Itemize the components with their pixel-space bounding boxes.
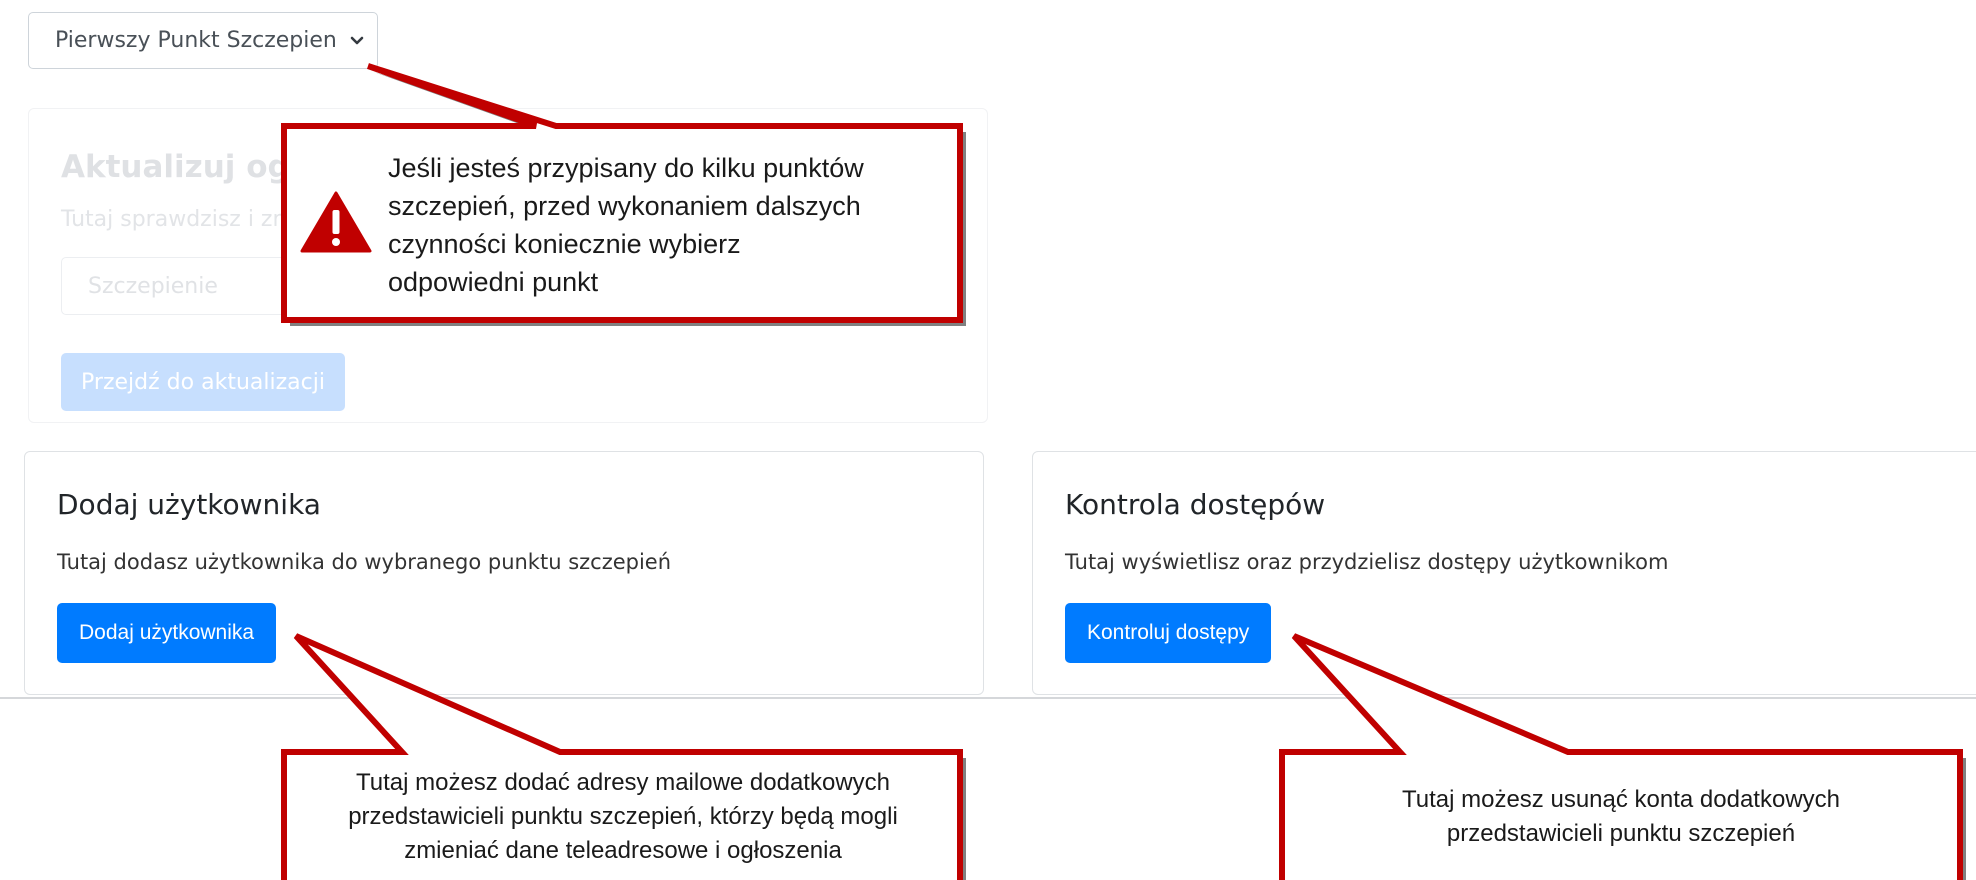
page-divider xyxy=(0,697,1976,699)
vaccination-point-select-value: Pierwszy Punkt Szczepien xyxy=(55,28,337,53)
announcements-card-description: Tutaj sprawdzisz i zm xyxy=(61,207,294,232)
access-control-card-description: Tutaj wyświetlisz oraz przydzielisz dost… xyxy=(1065,550,1669,574)
callout-add-user: Tutaj możesz dodać adresy mailowe dodatk… xyxy=(288,754,958,880)
add-user-card-description: Tutaj dodasz użytkownika do wybranego pu… xyxy=(57,550,672,574)
warning-icon xyxy=(300,191,372,253)
go-to-update-button[interactable]: Przejdź do aktualizacji xyxy=(61,353,345,411)
add-user-card: Dodaj użytkownika Tutaj dodasz użytkowni… xyxy=(24,451,984,695)
callout-point-selection: Jeśli jesteś przypisany do kilku punktów… xyxy=(288,132,958,318)
announcement-type-input[interactable]: Szczepienie xyxy=(61,257,291,315)
access-control-card-title: Kontrola dostępów xyxy=(1065,488,1326,521)
access-control-card: Kontrola dostępów Tutaj wyświetlisz oraz… xyxy=(1032,451,1976,695)
add-user-button[interactable]: Dodaj użytkownika xyxy=(57,603,277,663)
callout-access-control-text: Tutaj możesz usunąć konta dodatkowych pr… xyxy=(1401,786,1840,847)
callout-access-control: Tutaj możesz usunąć konta dodatkowych pr… xyxy=(1284,754,1958,880)
control-access-button[interactable]: Kontroluj dostępy xyxy=(1065,603,1272,663)
callout-add-user-text: Tutaj możesz dodać adresy mailowe dodatk… xyxy=(348,769,898,864)
callout-point-selection-text: Jeśli jesteś przypisany do kilku punktów… xyxy=(388,153,864,297)
vaccination-point-select[interactable]: Pierwszy Punkt Szczepien xyxy=(28,12,378,69)
chevron-down-icon xyxy=(350,36,364,45)
add-user-card-title: Dodaj użytkownika xyxy=(57,488,321,521)
